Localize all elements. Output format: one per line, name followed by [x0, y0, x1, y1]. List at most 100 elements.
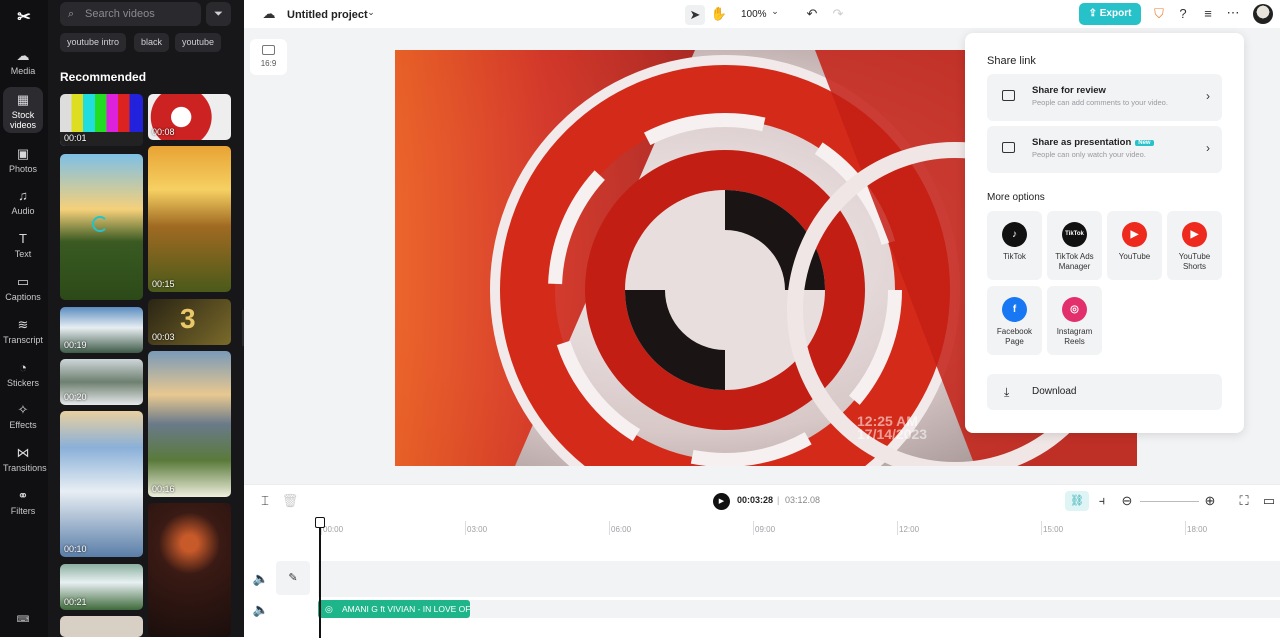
video-thumbnail[interactable]	[60, 616, 143, 637]
video-thumbnail[interactable]: 00:20	[60, 359, 143, 405]
sidebar-item-transcript[interactable]: ≋ Transcript	[3, 317, 43, 345]
select-tool-icon[interactable]: ➤	[685, 5, 705, 25]
video-thumbnail[interactable]: 3 00:03	[148, 299, 231, 345]
share-option-facebook-page[interactable]: f Facebook Page	[987, 286, 1042, 355]
share-for-review-button[interactable]: Share for review People can add comments…	[987, 74, 1222, 121]
comment-icon[interactable]: ▭	[1260, 493, 1278, 509]
current-time: 00:03:28	[737, 495, 774, 505]
fullscreen-icon[interactable]: ⛶	[1235, 493, 1253, 509]
hand-tool-icon[interactable]: ✋	[710, 6, 728, 22]
capcut-logo: ✂	[17, 9, 31, 26]
sidebar-item-label: Filters	[10, 506, 36, 516]
video-track[interactable]	[318, 561, 1280, 597]
sidebar-item-photos[interactable]: ▣ Photos	[3, 146, 43, 174]
share-option-label: TikTok	[1003, 252, 1026, 261]
play-icon: ▶	[718, 498, 725, 505]
share-option-label: TikTok Ads Manager	[1055, 252, 1094, 271]
ruler-tick	[609, 521, 610, 535]
chip-youtube[interactable]: youtube	[175, 33, 222, 52]
video-thumbnail[interactable]: 00:16	[148, 351, 231, 497]
shield-icon[interactable]: ⛉	[1150, 6, 1168, 22]
video-thumbnail[interactable]: 00:10	[60, 411, 143, 557]
comment-icon	[1002, 90, 1015, 101]
download-icon: ⤓	[1004, 385, 1010, 399]
sidebar-item-text[interactable]: T Text	[3, 231, 43, 259]
text-icon: T	[19, 231, 27, 246]
share-panel: Share link Share for review People can a…	[965, 33, 1244, 433]
share-option-tiktok-ads-manager[interactable]: TikTok TikTok Ads Manager	[1047, 211, 1102, 280]
zoom-slider[interactable]	[1140, 501, 1199, 502]
undo-icon[interactable]: ↶	[803, 6, 821, 22]
ruler-tick	[897, 521, 898, 535]
mute-audio-icon[interactable]: 🔈	[252, 602, 270, 618]
video-thumbnail[interactable]	[148, 503, 231, 637]
download-button[interactable]: ⤓ Download	[987, 374, 1222, 410]
playhead[interactable]	[319, 521, 321, 638]
sidebar-item-transitions[interactable]: ⋈ Transitions	[3, 445, 47, 473]
project-title[interactable]: Untitled project	[287, 9, 368, 21]
share-option-tiktok[interactable]: ♪ TikTok	[987, 211, 1042, 280]
export-button[interactable]: ⇪ Export	[1079, 3, 1141, 25]
sidebar-item-effects[interactable]: ✧ Effects	[3, 402, 43, 430]
edit-cover-button[interactable]: ✎	[276, 561, 310, 595]
video-thumbnail[interactable]: 00:08	[148, 94, 231, 140]
sidebar-item-filters[interactable]: ⚭ Filters	[3, 488, 43, 516]
share-option-youtube-shorts[interactable]: ▶ YouTube Shorts	[1167, 211, 1222, 280]
mute-track-icon[interactable]: 🔈	[252, 571, 270, 587]
thumbnail-duration: 00:15	[152, 279, 175, 289]
total-time: 03:12.08	[785, 495, 821, 505]
ruler-label: 18:00	[1187, 525, 1208, 534]
video-thumbnail[interactable]: 00:21	[60, 564, 143, 610]
left-rail: ✂ ☁ Media ▦ Stock videos ▣ Photos ♫ Audio T Text ▭…	[0, 0, 48, 637]
chevron-down-icon[interactable]: ⌄	[362, 7, 380, 18]
cloud-icon[interactable]: ☁	[260, 6, 278, 22]
thumbnail-duration: 00:19	[64, 340, 87, 350]
play-button[interactable]: ▶	[713, 493, 730, 510]
ruler-label: 09:00	[755, 525, 776, 534]
upload-icon: ⇪	[1088, 8, 1100, 19]
split-icon[interactable]: ⌶	[256, 493, 274, 509]
audio-clip[interactable]: ◎ AMANI G ft VIVIAN - IN LOVE OFI	[318, 600, 470, 618]
more-icon[interactable]: ⋯	[1224, 5, 1242, 21]
zoom-chevron-icon[interactable]: ⌄	[766, 6, 784, 17]
music-icon: ♫	[18, 188, 28, 203]
layers-icon[interactable]: ≡	[1199, 6, 1217, 21]
ruler-label: 06:00	[611, 525, 632, 534]
share-option-label: Instagram Reels	[1056, 327, 1093, 346]
sidebar-item-stock-videos[interactable]: ▦ Stock videos	[3, 87, 43, 133]
chip-black[interactable]: black	[134, 33, 170, 52]
help-icon[interactable]: ?	[1174, 6, 1192, 21]
redo-icon[interactable]: ↷	[829, 6, 847, 22]
sidebar-item-label: Captions	[5, 292, 41, 302]
split-view-icon[interactable]: ⫞	[1093, 493, 1111, 509]
ruler-label: 12:00	[899, 525, 920, 534]
zoom-level[interactable]: 100%	[741, 9, 767, 20]
sidebar-item-audio[interactable]: ♫ Audio	[3, 188, 43, 216]
video-thumbnail[interactable]: 00:19	[60, 307, 143, 353]
filter-button[interactable]: ⏷	[206, 2, 231, 26]
share-option-youtube[interactable]: ▶ YouTube	[1107, 211, 1162, 280]
playhead-handle[interactable]	[315, 517, 325, 528]
sidebar-item-media[interactable]: ☁ Media	[3, 48, 43, 76]
share-option-instagram-reels[interactable]: ◎ Instagram Reels	[1047, 286, 1102, 355]
zoom-out-icon[interactable]: ⊖	[1118, 493, 1136, 509]
chip-youtube-intro[interactable]: youtube intro	[60, 33, 127, 52]
video-thumbnail[interactable]	[60, 154, 143, 300]
share-review-title: Share for review	[1032, 85, 1106, 96]
sidebar-item-label: Media	[10, 66, 36, 76]
sidebar-item-captions[interactable]: ▭ Captions	[3, 274, 43, 302]
delete-icon[interactable]: 🗑	[281, 493, 299, 509]
avatar[interactable]	[1253, 4, 1273, 24]
video-thumbnail[interactable]: 00:15	[148, 146, 231, 292]
transitions-icon: ⋈	[16, 445, 30, 460]
keyboard-icon[interactable]: ⌨	[3, 614, 43, 625]
search-input[interactable]: ⌕ Search videos	[60, 2, 201, 26]
video-thumbnail[interactable]: 00:01	[60, 94, 143, 146]
search-icon: ⌕	[68, 8, 75, 20]
aspect-ratio-button[interactable]: 16:9	[250, 39, 287, 75]
share-as-presentation-button[interactable]: Share as presentation New People can only…	[987, 126, 1222, 173]
sidebar-item-label: Transcript	[3, 335, 43, 345]
magnet-button[interactable]: ⛓	[1065, 491, 1089, 511]
sidebar-item-stickers[interactable]: ◔ Stickers	[3, 360, 43, 388]
zoom-in-icon[interactable]: ⊕	[1201, 493, 1219, 509]
